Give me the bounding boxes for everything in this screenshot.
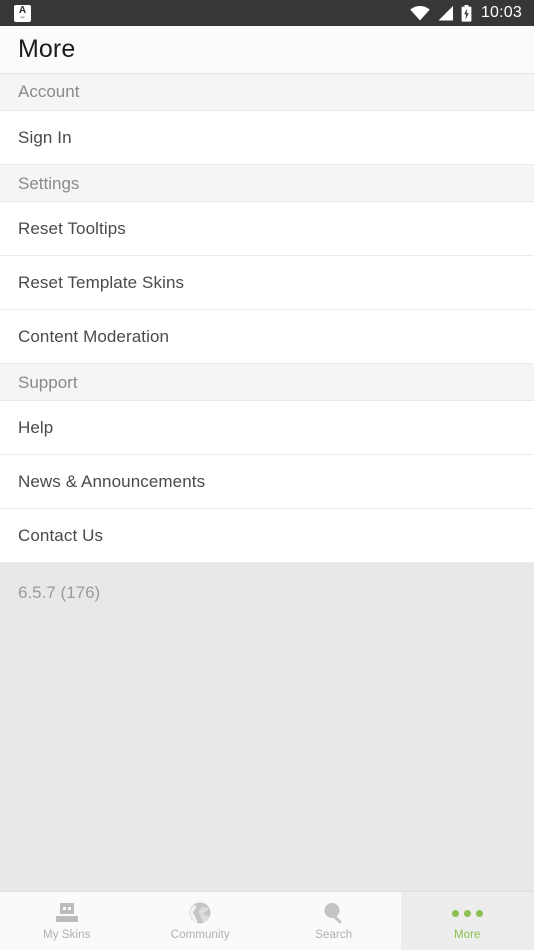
ellipsis-dot: [475, 909, 483, 917]
list-item-help[interactable]: Help: [0, 401, 534, 455]
tab-search[interactable]: Search: [267, 892, 401, 950]
tab-label: More: [453, 929, 481, 941]
list-item-reset-template-skins[interactable]: Reset Template Skins: [0, 256, 534, 310]
ellipsis-dot: [451, 909, 459, 917]
list-item-sign-in[interactable]: Sign In: [0, 111, 534, 165]
signal-icon: [437, 5, 454, 21]
section-header-label: Support: [18, 373, 78, 392]
ellipsis-dot: [463, 909, 471, 917]
list-item-label: Reset Template Skins: [18, 272, 185, 292]
ellipsis-icon: [451, 901, 483, 925]
tab-label: Search: [315, 929, 353, 941]
app-badge-sublabel: app: [20, 15, 25, 19]
list-item-label: News & Announcements: [18, 471, 206, 491]
section-header-account: Account: [0, 74, 534, 111]
list-item-contact-us[interactable]: Contact Us: [0, 509, 534, 563]
settings-content: Account Sign In Settings Reset Tooltips …: [0, 74, 534, 891]
tab-community[interactable]: Community: [133, 892, 267, 950]
tab-label: Community: [170, 929, 230, 941]
list-item-label: Reset Tooltips: [18, 218, 126, 238]
app-bar: More: [0, 26, 534, 74]
status-bar: A app 10:03: [0, 0, 534, 26]
settings-list: Account Sign In Settings Reset Tooltips …: [0, 74, 534, 563]
tab-more[interactable]: More: [400, 892, 534, 950]
list-item-reset-tooltips[interactable]: Reset Tooltips: [0, 202, 534, 256]
list-item-label: Help: [18, 417, 54, 437]
tab-my-skins[interactable]: My Skins: [0, 892, 134, 950]
battery-charging-icon: [461, 4, 472, 22]
version-footer: 6.5.7 (176): [0, 563, 534, 891]
bottom-navigation-bar: My Skins Community Search More: [0, 891, 534, 950]
section-header-settings: Settings: [0, 165, 534, 202]
list-item-label: Content Moderation: [18, 326, 170, 346]
list-item-news-announcements[interactable]: News & Announcements: [0, 455, 534, 509]
wifi-icon: [410, 5, 430, 21]
section-header-label: Account: [18, 82, 80, 101]
status-bar-left: A app: [14, 4, 31, 22]
page-title: More: [18, 35, 76, 63]
app-version-label: 6.5.7 (176): [18, 583, 101, 602]
section-header-label: Settings: [18, 174, 80, 193]
globe-icon: [188, 901, 212, 925]
status-bar-right: 10:03: [410, 4, 522, 22]
list-item-label: Sign In: [18, 127, 72, 147]
section-header-support: Support: [0, 364, 534, 401]
magnifier-icon: [322, 901, 346, 925]
tab-label: My Skins: [43, 929, 91, 941]
list-item-label: Contact Us: [18, 525, 104, 545]
list-item-content-moderation[interactable]: Content Moderation: [0, 310, 534, 364]
status-bar-clock: 10:03: [480, 4, 522, 21]
skin-head-icon: [54, 901, 80, 925]
app-screen: A app 10:03 More Account Sign In Setting…: [0, 0, 534, 950]
app-notification-icon: A app: [14, 4, 31, 22]
